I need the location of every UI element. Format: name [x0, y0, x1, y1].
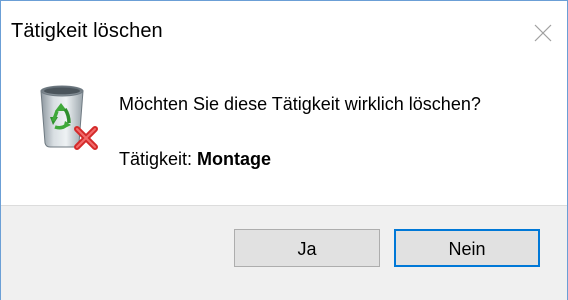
dialog-title: Tätigkeit löschen: [11, 20, 163, 42]
close-button[interactable]: [521, 1, 567, 63]
dialog-content: Möchten Sie diese Tätigkeit wirklich lös…: [1, 63, 567, 205]
activity-label: Tätigkeit:: [119, 149, 193, 169]
button-bar: Ja Nein: [1, 205, 567, 300]
title-bar[interactable]: Tätigkeit löschen: [1, 1, 567, 63]
activity-name: Montage: [197, 149, 272, 169]
activity-detail: Tätigkeit: Montage: [119, 149, 271, 170]
delete-activity-dialog: Tätigkeit löschen Möchten Sie diese Täti…: [0, 0, 568, 300]
confirmation-question: Möchten Sie diese Tätigkeit wirklich lös…: [119, 94, 481, 114]
close-icon: [534, 24, 552, 42]
yes-button[interactable]: Ja: [234, 229, 380, 267]
no-button[interactable]: Nein: [394, 229, 540, 267]
recycle-bin-delete-icon: [40, 85, 98, 150]
